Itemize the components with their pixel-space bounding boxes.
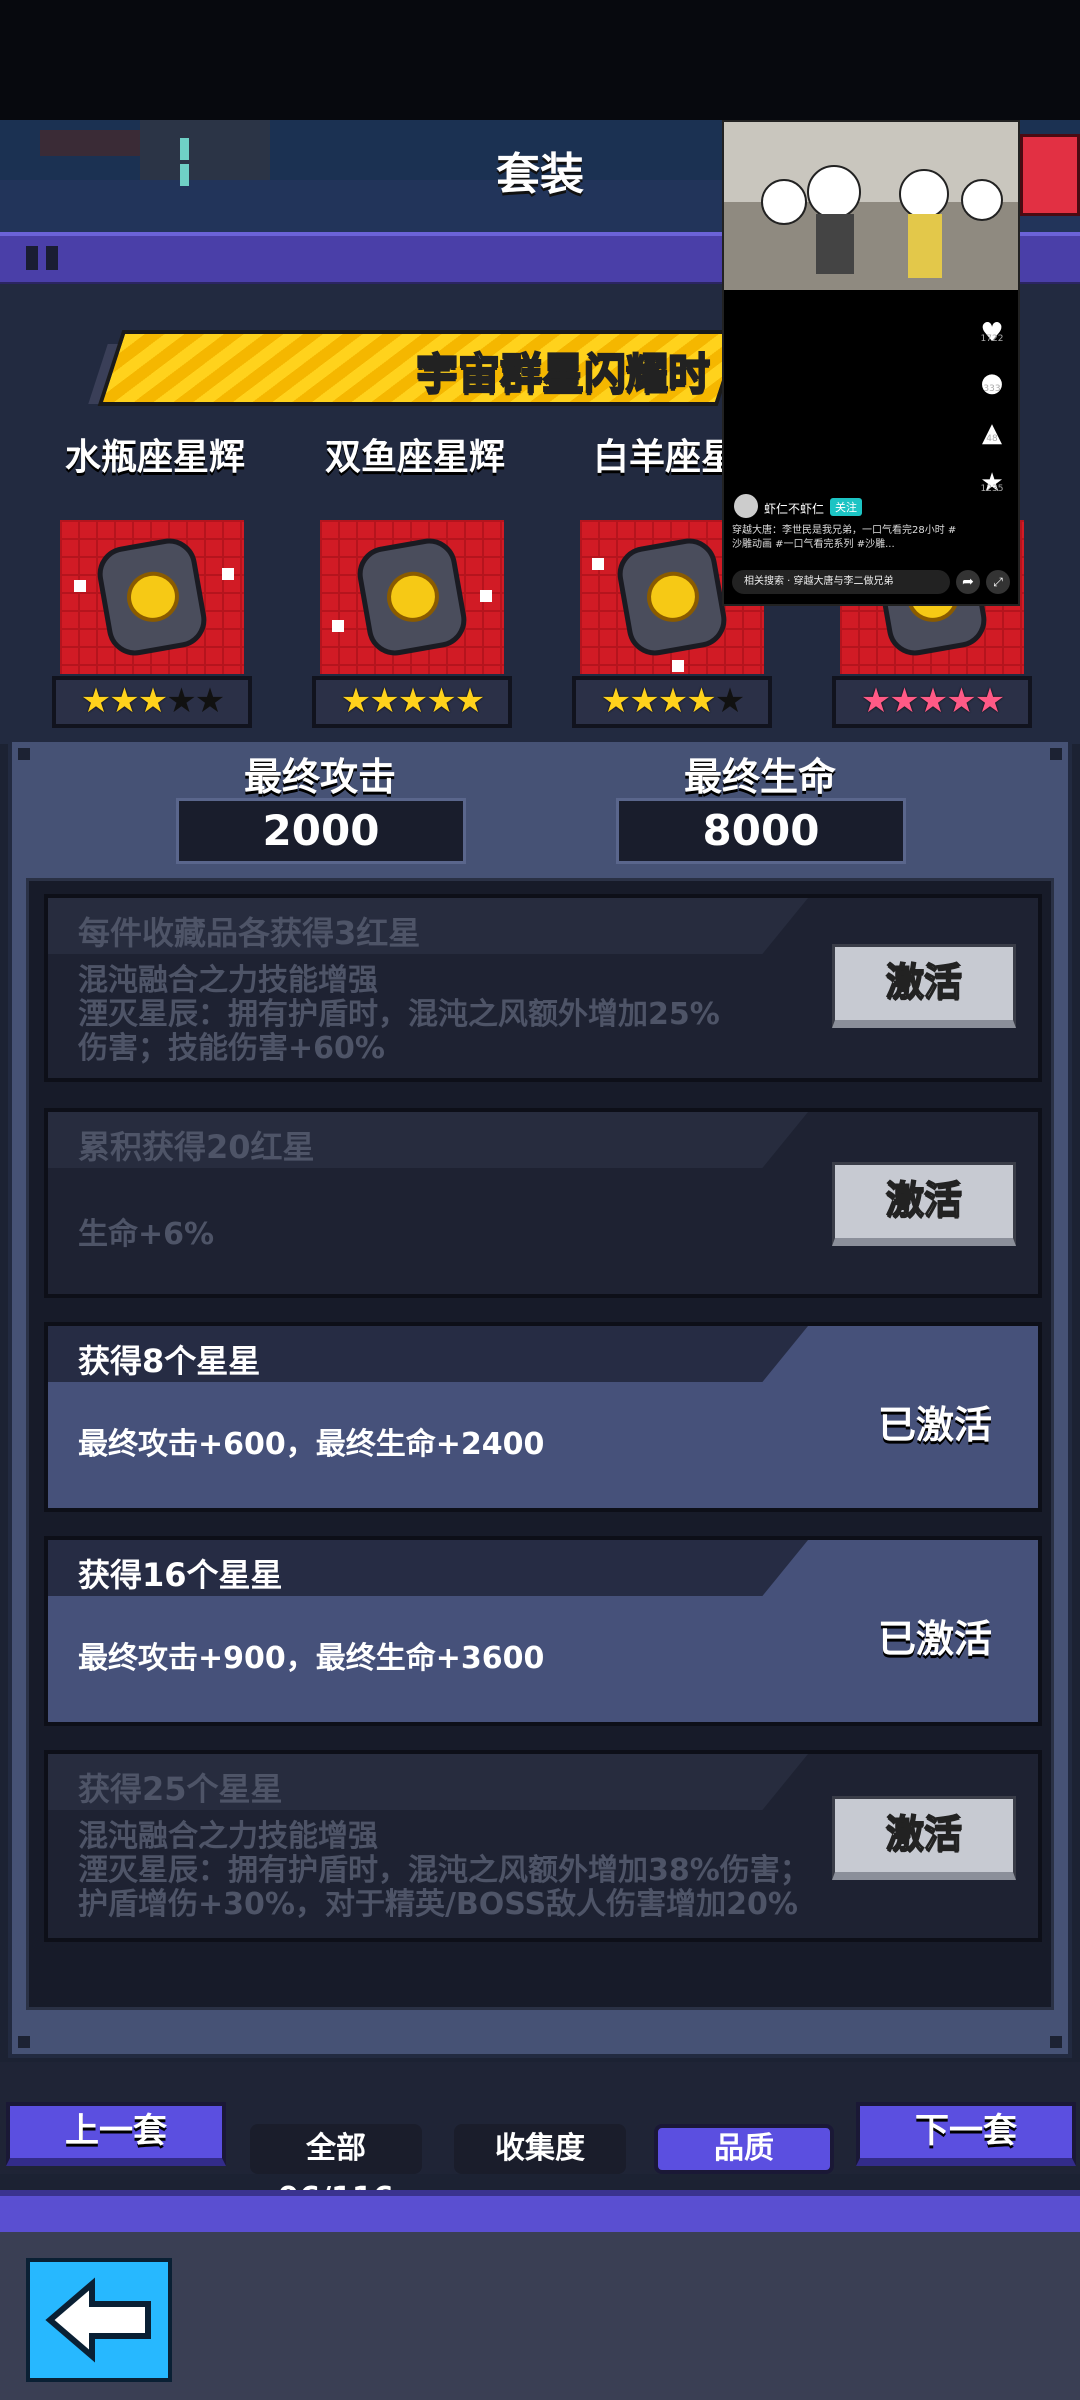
comments-count: 333 [983,384,1001,394]
star-rating: ★★★★★ [832,676,1032,728]
bonus-title: 每件收藏品各获得3红星 [78,914,421,952]
activated-label: 已激活 [877,1617,992,1661]
set-banner: 宇宙群星闪耀时 [88,330,743,406]
favs-count: 1235 [980,484,1004,494]
back-arrow-icon [45,2277,151,2363]
activate-button[interactable]: 激活 [832,1796,1016,1880]
bonus-desc-line: 生命+6% [78,1217,215,1252]
activated-label: 已激活 [877,1403,992,1447]
related-search[interactable]: 相关搜索 · 穿越大唐与李二做兄弟 [732,570,950,594]
next-set-button[interactable]: 下一套 [856,2102,1076,2166]
bonus-title: 获得8个星星 [78,1342,261,1380]
prev-set-button[interactable]: 上一套 [6,2102,226,2166]
bonus-desc-line: 湮灭星辰：拥有护盾时，混沌之风额外增加25% [78,997,720,1032]
bonus-desc-line: 护盾增伤+30%，对于精英/BOSS敌人伤害增加20% [78,1887,798,1922]
activate-button[interactable]: 激活 [832,1162,1016,1246]
attack-value: 2000 [176,798,466,864]
follow-button[interactable]: 关注 [830,498,862,516]
bonus-desc-line: 混沌融合之力技能增强 [78,963,378,998]
status-area [0,0,1080,120]
item-name-1: 水瓶座星辉 [64,437,245,478]
set-name: 宇宙群星闪耀时 [415,348,711,399]
bonus-desc-line: 混沌融合之力技能增强 [78,1819,378,1854]
sort-quality-button[interactable]: 品质 [654,2124,834,2174]
video-caption: 穿越大唐：李世民是我兄弟，一口气看完28小时 #沙雕动画 #一口气看完系列 #沙… [732,525,957,550]
bonus-desc-line: 湮灭星辰：拥有护盾时，混沌之风额外增加38%伤害； [78,1853,810,1888]
username: 虾仁不虾仁 [764,502,825,516]
divider-bar [0,2190,1080,2238]
floating-video-window[interactable]: ♥ 1722 ● 333 ▲ 48 ★ 1235 虾仁不虾仁 关注 穿越大唐：李… [722,120,1020,606]
attack-label: 最终攻击 [243,755,396,799]
star-rating: ★★★★★ [572,676,772,728]
pisces-gem-icon [353,534,471,660]
star-rating: ★★★★★ [52,676,252,728]
collectible-card-1[interactable]: ★★★★★ [52,520,252,730]
bonus-title: 累积获得20红星 [78,1128,315,1166]
life-value: 8000 [616,798,906,864]
thumbs-count: 48 [986,434,998,444]
activate-button[interactable]: 激活 [832,944,1016,1028]
video-thumbnail [724,122,1018,290]
item-name-2: 双鱼座星辉 [324,437,505,478]
likes-count: 1722 [980,334,1004,344]
life-label: 最终生命 [683,755,836,799]
bonus-item: 获得25个星星 混沌融合之力技能增强 湮灭星辰：拥有护盾时，混沌之风额外增加38… [44,1750,1042,1942]
collection-count: 全部 96/116 [250,2124,422,2216]
bonus-desc-line: 最终攻击+600，最终生命+2400 [78,1427,545,1462]
aquarius-gem-icon [93,534,211,660]
bonus-item: 获得16个星星 最终攻击+900，最终生命+3600 已激活 [44,1536,1042,1726]
collectible-card-2[interactable]: ★★★★★ [312,520,512,730]
sort-collection-button[interactable]: 收集度 [454,2124,626,2174]
refresh-icon[interactable] [1020,134,1080,216]
bonus-desc-line: 最终攻击+900，最终生命+3600 [78,1641,545,1676]
back-button[interactable] [26,2258,172,2382]
avatar[interactable] [734,494,758,518]
bonus-item: 累积获得20红星 生命+6% 激活 [44,1108,1042,1298]
share-icon[interactable]: ➦ [956,570,980,594]
bonus-desc-line: 伤害；技能伤害+60% [78,1031,385,1066]
bonus-item: 获得8个星星 最终攻击+600，最终生命+2400 已激活 [44,1322,1042,1512]
bonus-item: 每件收藏品各获得3红星 混沌融合之力技能增强 湮灭星辰：拥有护盾时，混沌之风额外… [44,894,1042,1082]
bonus-title: 获得25个星星 [78,1770,283,1808]
star-rating: ★★★★★ [312,676,512,728]
bonus-title: 获得16个星星 [78,1556,283,1594]
aries-gem-icon [613,534,731,660]
expand-icon[interactable]: ⤢ [986,570,1010,594]
